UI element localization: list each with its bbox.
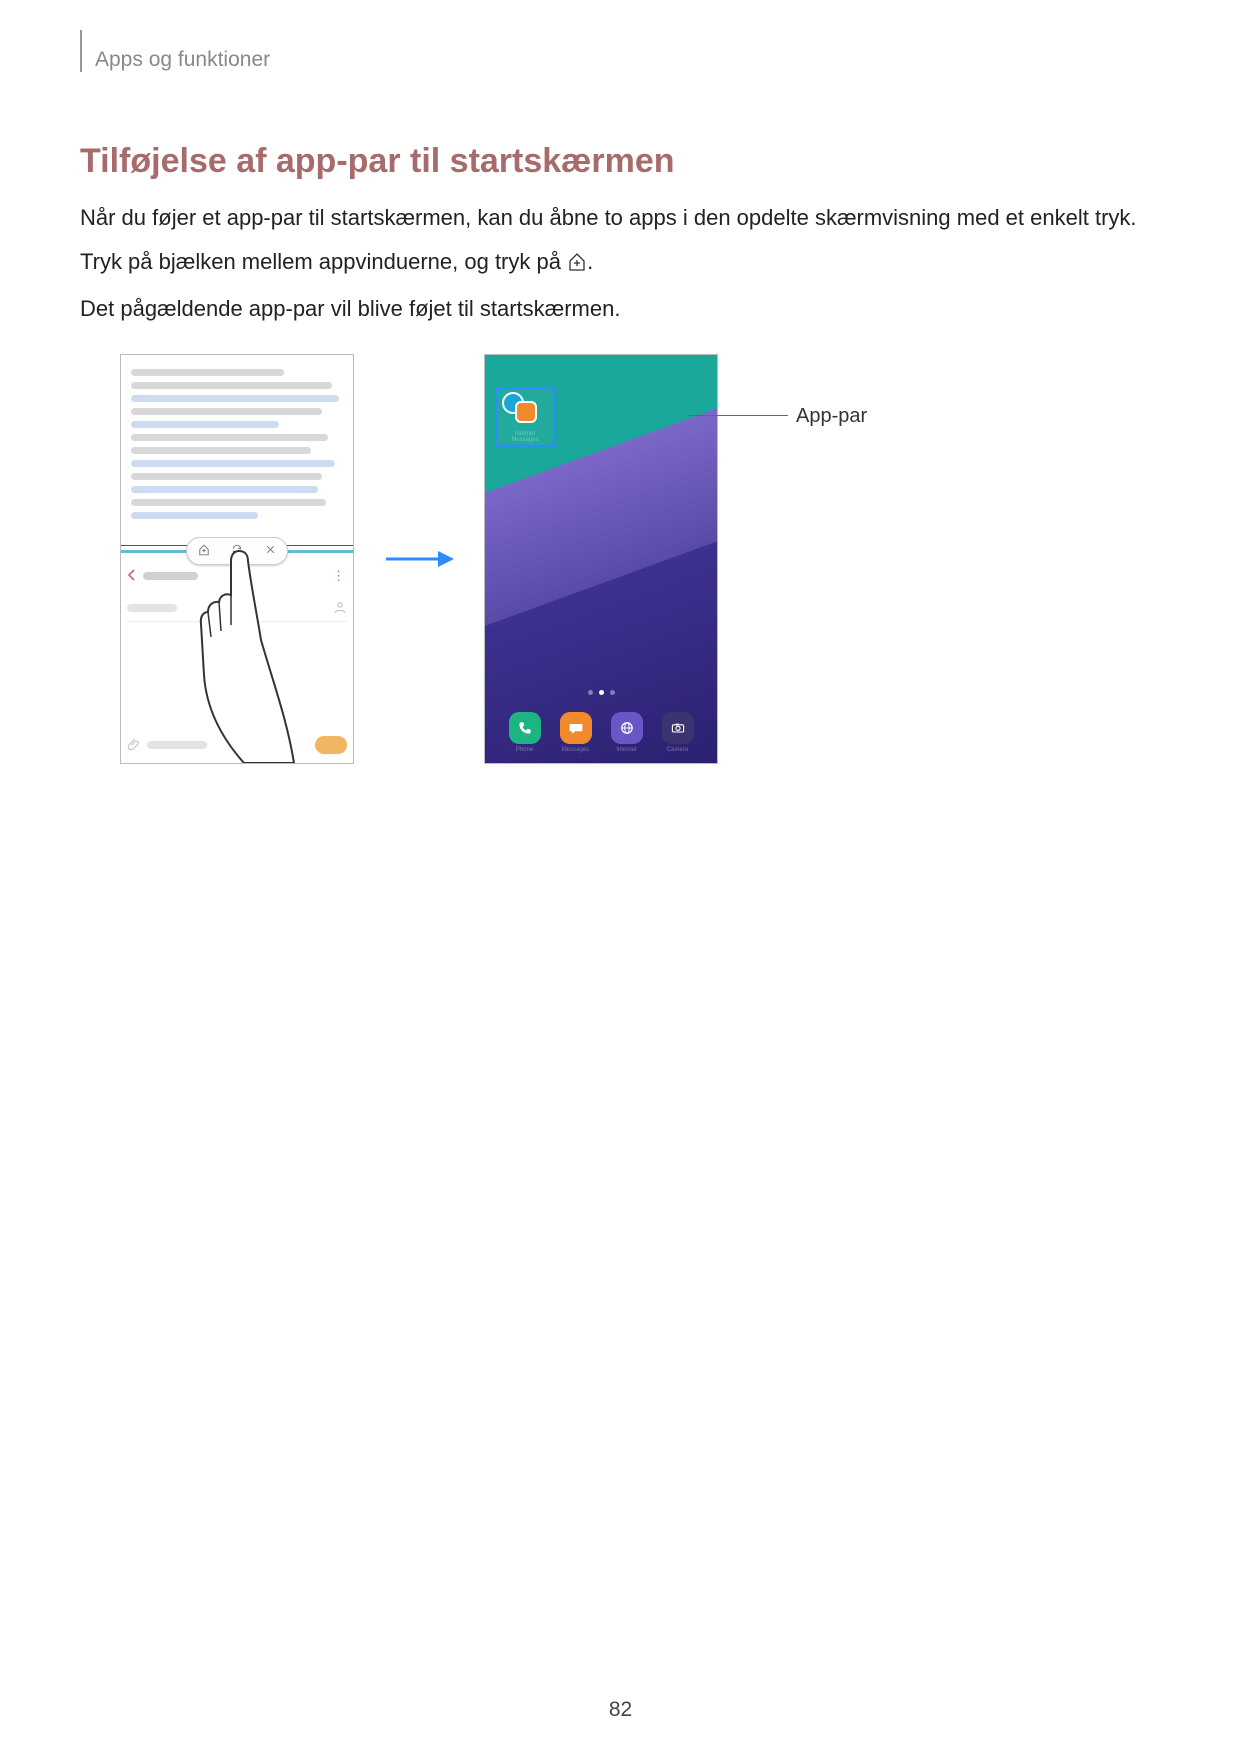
dock-label-phone: Phone	[516, 747, 533, 753]
message-input-row	[127, 733, 347, 757]
paragraph-1: Når du føjer et app-par til startskærmen…	[80, 201, 1161, 235]
messages-icon	[560, 712, 592, 744]
app-pair-label: Internet Messages	[497, 431, 553, 443]
internet-icon	[611, 712, 643, 744]
divider-controls-pill	[186, 537, 288, 565]
app-pair-highlight: Internet Messages	[495, 387, 555, 447]
header-rule	[80, 30, 82, 72]
contact-icon	[333, 600, 347, 617]
arrow-right	[384, 547, 454, 571]
paragraph-2-post: .	[587, 249, 593, 274]
dock: Phone Messages Internet	[485, 712, 717, 753]
home-plus-small-icon	[198, 544, 210, 559]
swap-icon	[231, 544, 243, 559]
dock-app-camera: Camera	[662, 712, 694, 753]
dock-app-messages: Messages	[560, 712, 592, 753]
dock-app-internet: Internet	[611, 712, 643, 753]
breadcrumb: Apps og funktioner	[95, 48, 1161, 72]
dock-app-phone: Phone	[509, 712, 541, 753]
dock-label-camera: Camera	[667, 747, 688, 753]
dock-label-messages: Messages	[562, 747, 589, 753]
pager-dots	[485, 690, 717, 695]
manual-page: Apps og funktioner Tilføjelse af app-par…	[0, 0, 1241, 1754]
callout: App-par	[748, 355, 928, 763]
attach-icon	[127, 737, 141, 754]
callout-leader-line	[688, 415, 788, 416]
figure-row: ⋮	[120, 354, 1161, 764]
phone-icon	[509, 712, 541, 744]
phone-splitview-screenshot: ⋮	[120, 354, 354, 764]
back-chevron-icon	[127, 569, 137, 584]
phone-homescreen-screenshot: Internet Messages Phone	[484, 354, 718, 764]
callout-label: App-par	[796, 405, 867, 428]
recipient-row	[127, 595, 347, 622]
send-button	[315, 736, 347, 754]
split-top-browser	[121, 355, 353, 560]
home-plus-icon	[567, 248, 587, 282]
page-number: 82	[0, 1698, 1241, 1722]
paragraph-2: Tryk på bjælken mellem appvinduerne, og …	[80, 245, 1161, 282]
more-dots-icon: ⋮	[332, 568, 347, 584]
dock-label-internet: Internet	[616, 747, 636, 753]
paragraph-3: Det pågældende app-par vil blive føjet t…	[80, 292, 1161, 326]
close-icon	[265, 544, 276, 558]
app-pair-icon-messages	[515, 401, 537, 423]
messages-header-row: ⋮	[127, 563, 347, 589]
body-text: Når du føjer et app-par til startskærmen…	[80, 201, 1161, 326]
camera-icon	[662, 712, 694, 744]
emoji-icon	[252, 737, 266, 754]
paragraph-2-pre: Tryk på bjælken mellem appvinduerne, og …	[80, 249, 567, 274]
page-title: Tilføjelse af app-par til startskærmen	[80, 142, 1161, 181]
